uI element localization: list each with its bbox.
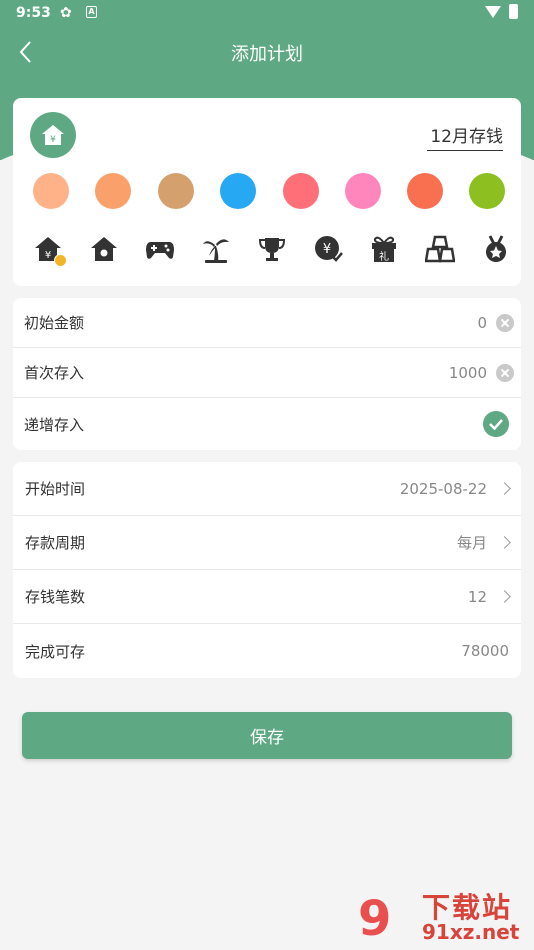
- gold-bars-icon[interactable]: [424, 234, 456, 264]
- status-time: 9:53: [16, 5, 51, 21]
- clear-first-icon[interactable]: [496, 363, 514, 382]
- total-row: 完成可存 78000: [13, 624, 521, 678]
- period-label: 存款周期: [25, 534, 86, 552]
- start-time-label: 开始时间: [25, 480, 86, 498]
- amount-card: 初始金额 0 首次存入 1000 递增存入: [13, 298, 521, 450]
- watermark: 9 下载站 91xz.net: [358, 886, 530, 948]
- color-swatch-8[interactable]: [469, 173, 505, 209]
- start-time-row[interactable]: 开始时间 2025-08-22: [13, 462, 521, 516]
- selected-plan-icon[interactable]: ¥: [30, 112, 76, 158]
- chevron-right-icon: [498, 482, 511, 495]
- color-swatch-6[interactable]: [345, 173, 381, 209]
- color-swatch-7[interactable]: [407, 173, 443, 209]
- medal-icon[interactable]: [481, 234, 511, 264]
- color-swatch-3[interactable]: [158, 173, 194, 209]
- color-swatch-5[interactable]: [283, 173, 319, 209]
- plan-name-input[interactable]: 12月存钱: [427, 122, 503, 151]
- initial-amount-row[interactable]: 初始金额 0: [13, 298, 521, 348]
- watermark-domain: 91xz.net: [422, 920, 520, 944]
- palm-tree-icon[interactable]: [201, 234, 231, 264]
- first-deposit-row[interactable]: 首次存入 1000: [13, 348, 521, 398]
- gamepad-icon[interactable]: [145, 234, 175, 264]
- chevron-right-icon: [498, 590, 511, 603]
- a-badge-icon: A: [86, 6, 97, 18]
- count-label: 存钱笔数: [25, 588, 86, 606]
- wifi-icon: [485, 5, 501, 18]
- color-picker: [33, 173, 505, 209]
- save-button[interactable]: 保存: [22, 712, 512, 759]
- total-value: 78000: [461, 642, 509, 660]
- color-swatch-2[interactable]: [95, 173, 131, 209]
- svg-text:¥: ¥: [45, 250, 51, 261]
- page-title: 添加计划: [231, 44, 303, 65]
- period-row[interactable]: 存款周期 每月: [13, 516, 521, 570]
- piggy-house-yen-icon[interactable]: ¥: [33, 234, 67, 267]
- initial-amount-input[interactable]: 0: [477, 314, 487, 332]
- chevron-right-icon: [498, 536, 511, 549]
- yen-coin-icon[interactable]: ¥: [313, 234, 343, 264]
- color-swatch-1[interactable]: [33, 173, 69, 209]
- house-icon[interactable]: [89, 234, 119, 264]
- plan-card: ¥ 12月存钱 ¥ ¥ 礼: [13, 98, 521, 286]
- first-deposit-label: 首次存入: [24, 364, 85, 382]
- selected-check-icon: [54, 254, 67, 267]
- increment-row[interactable]: 递增存入: [13, 398, 521, 450]
- status-bar: 9:53 ✿ A: [0, 0, 534, 28]
- count-value: 12: [467, 587, 487, 606]
- app-notification-icon: ✿: [60, 5, 72, 21]
- svg-text:¥: ¥: [50, 135, 56, 145]
- svg-text:¥: ¥: [323, 242, 331, 257]
- increment-check-icon[interactable]: [483, 411, 509, 437]
- trophy-icon[interactable]: [257, 234, 287, 264]
- first-deposit-input[interactable]: 1000: [449, 364, 487, 382]
- increment-label: 递增存入: [24, 415, 85, 434]
- schedule-card: 开始时间 2025-08-22 存款周期 每月 存钱笔数 12 完成可存 780…: [13, 462, 521, 678]
- color-swatch-4[interactable]: [220, 173, 256, 209]
- total-label: 完成可存: [25, 642, 86, 661]
- clear-initial-icon[interactable]: [496, 313, 514, 332]
- icon-picker: ¥ ¥ 礼: [33, 234, 506, 267]
- svg-text:礼: 礼: [379, 250, 389, 263]
- initial-amount-label: 初始金额: [24, 314, 85, 332]
- period-value: 每月: [456, 534, 487, 552]
- battery-icon: [509, 4, 518, 19]
- start-time-value: 2025-08-22: [399, 479, 487, 498]
- nav-bar: 添加计划: [0, 30, 534, 74]
- watermark-logo: 9: [358, 891, 392, 947]
- gift-icon[interactable]: 礼: [369, 234, 399, 264]
- count-row[interactable]: 存钱笔数 12: [13, 570, 521, 624]
